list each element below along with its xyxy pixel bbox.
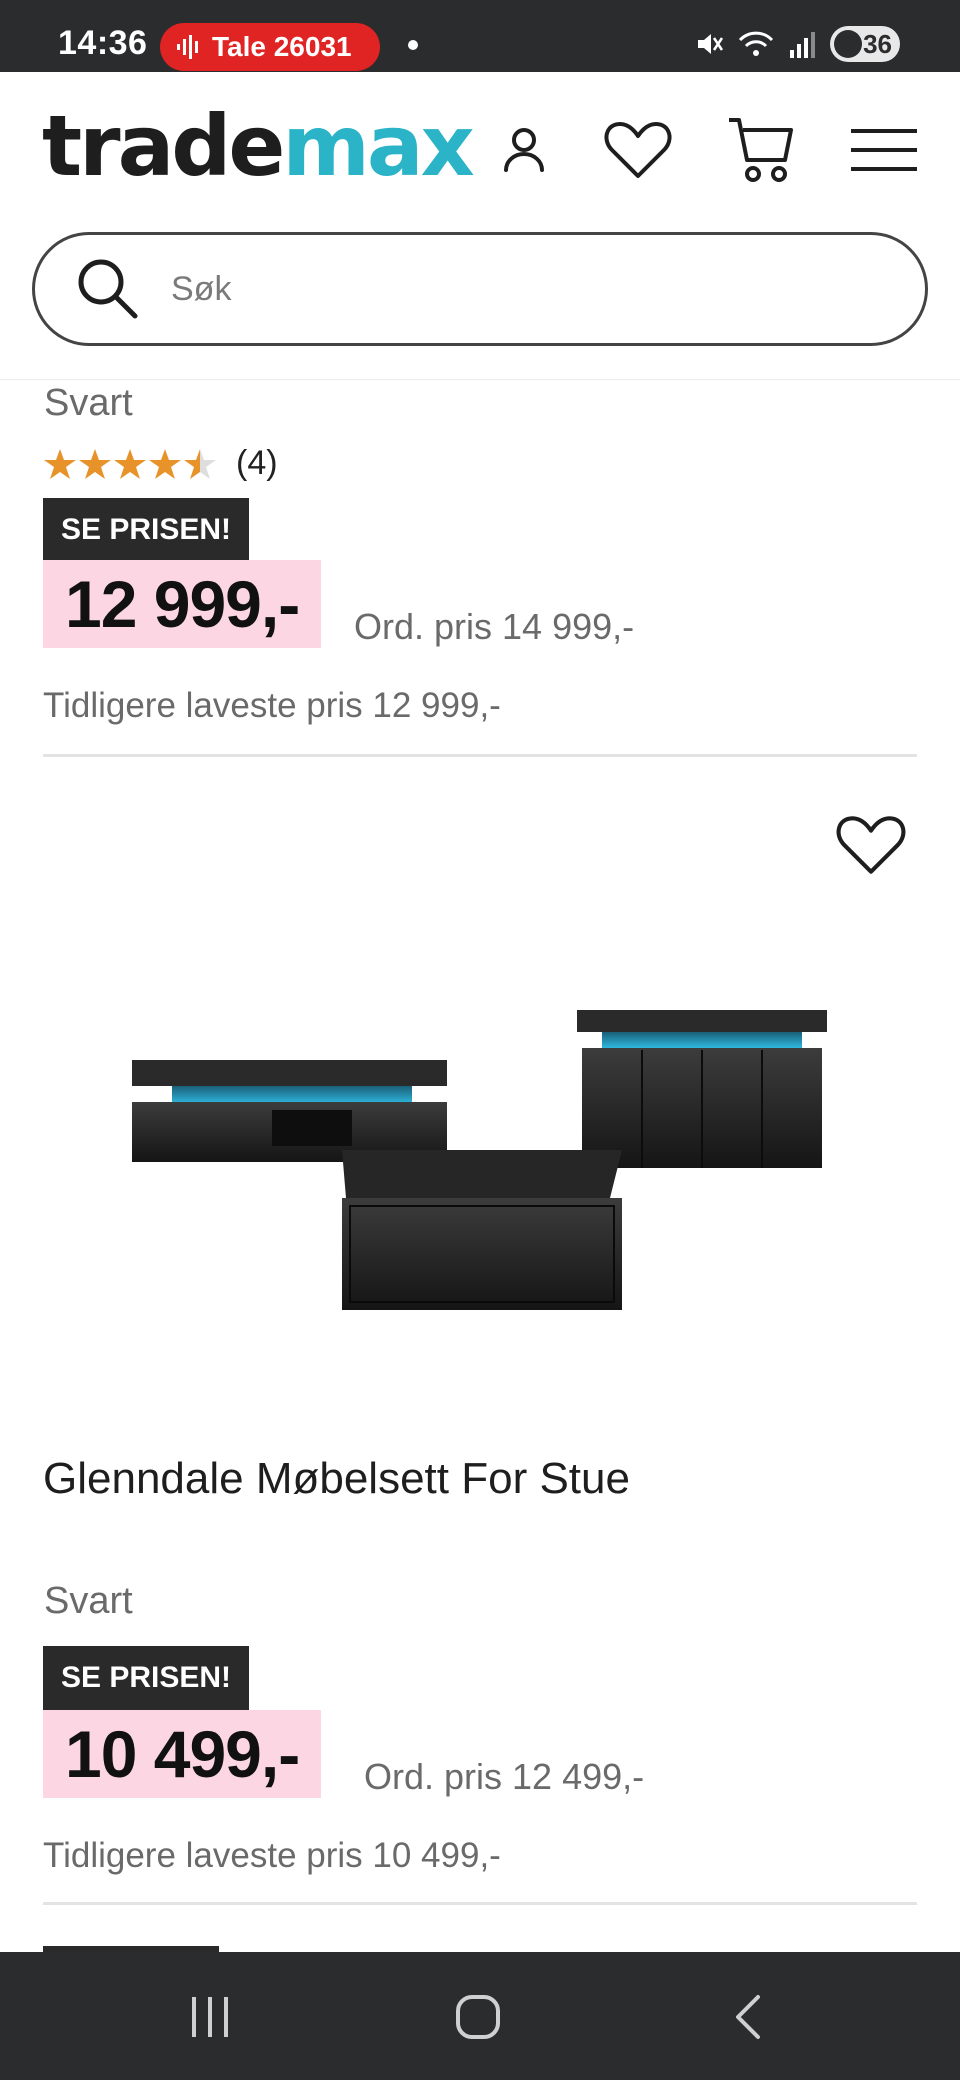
- recent-apps-button[interactable]: [170, 1982, 250, 2052]
- product-1-lowest-price: Tidligere laveste pris 12 999,-: [43, 686, 501, 725]
- cart-icon: [729, 118, 793, 182]
- product-2-price-value: 10 499,-: [65, 1717, 300, 1791]
- mute-icon: [698, 34, 724, 54]
- product-2-wishlist-button[interactable]: [832, 806, 910, 884]
- home-button[interactable]: [438, 1982, 518, 2052]
- product-divider: [43, 754, 917, 757]
- product-1-promo-tag: SE PRISEN!: [43, 498, 250, 562]
- signal-icon: [790, 32, 815, 58]
- status-icons: 36: [692, 26, 900, 62]
- search-icon: [78, 259, 138, 319]
- recent-apps-icon: [192, 1997, 228, 2037]
- logo-trade: trade: [42, 97, 285, 195]
- product-2-price: 10 499,-: [43, 1710, 322, 1798]
- site-header: trademax: [0, 72, 960, 380]
- recording-pill[interactable]: Tale 26031: [160, 23, 380, 71]
- product-divider: [43, 1902, 917, 1905]
- waveform-icon: [177, 35, 198, 59]
- product-2-ord-price: Ord. pris 12 499,-: [364, 1756, 645, 1797]
- back-button[interactable]: [708, 1982, 788, 2052]
- status-bar: 14:36 Tale 26031 36: [0, 0, 960, 72]
- notification-dot: [408, 40, 418, 50]
- back-icon: [736, 1995, 760, 2039]
- product-1-color: Svart: [44, 382, 133, 424]
- product-2-promo-tag: SE PRISEN!: [43, 1646, 250, 1710]
- wishlist-button[interactable]: [600, 112, 676, 188]
- trademax-logo[interactable]: trademax: [42, 104, 475, 188]
- star-rating-icon: [44, 448, 216, 479]
- battery-charging-icon: [834, 30, 862, 58]
- heart-icon: [604, 122, 672, 178]
- cart-button[interactable]: [722, 112, 798, 188]
- rating-count: (4): [236, 444, 278, 482]
- search-input[interactable]: [171, 269, 871, 309]
- system-nav-bar: [0, 1952, 960, 2080]
- recording-label: Tale 26031: [212, 31, 352, 62]
- search-bar[interactable]: [32, 232, 928, 346]
- product-1-rating[interactable]: (4): [44, 444, 278, 483]
- product-2-color: Svart: [44, 1580, 133, 1622]
- status-time: 14:36: [58, 24, 148, 62]
- menu-icon: [851, 129, 917, 171]
- battery-level: 36: [863, 28, 892, 59]
- product-1-price-value: 12 999,-: [65, 567, 300, 641]
- product-1-price: 12 999,-: [43, 560, 322, 648]
- product-2-lowest-price: Tidligere laveste pris 10 499,-: [43, 1836, 501, 1875]
- account-icon: [504, 128, 544, 172]
- logo-max: max: [282, 97, 474, 195]
- battery-indicator: 36: [830, 26, 900, 62]
- wifi-icon: [738, 31, 774, 56]
- heart-icon: [836, 816, 906, 874]
- product-2-image[interactable]: [112, 880, 852, 1320]
- home-icon: [456, 1995, 500, 2039]
- account-button[interactable]: [486, 112, 562, 188]
- product-1-ord-price: Ord. pris 14 999,-: [354, 606, 635, 647]
- product-2-title[interactable]: Glenndale Møbelsett For Stue: [43, 1454, 630, 1504]
- menu-button[interactable]: [846, 112, 922, 188]
